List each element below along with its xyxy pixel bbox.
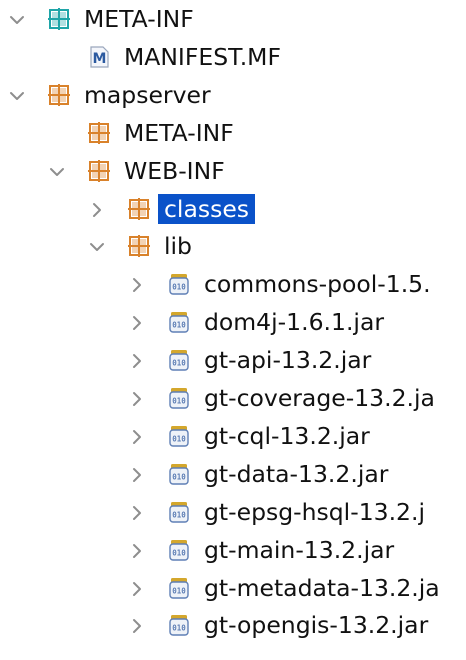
- tree-item-label[interactable]: mapserver: [81, 80, 214, 110]
- tree-item-label[interactable]: gt-epsg-hsql-13.2.j: [201, 497, 428, 527]
- chevron-down-icon[interactable]: [46, 152, 66, 190]
- project-explorer-tree: META-INF M MANIFEST.MF mapserver META-IN…: [0, 0, 466, 660]
- tree-item-label[interactable]: classes: [158, 193, 256, 224]
- jar-archive-icon: 010: [168, 577, 190, 599]
- svg-text:010: 010: [172, 359, 186, 368]
- chevron-right-icon[interactable]: [126, 265, 146, 303]
- package-folder-icon: [88, 159, 110, 182]
- tree-row[interactable]: WEB-INF: [0, 152, 466, 190]
- tree-row[interactable]: 010 gt-opengis-13.2.jar: [0, 606, 466, 644]
- tree-row[interactable]: META-INF: [0, 0, 466, 38]
- chevron-right-icon[interactable]: [126, 341, 146, 379]
- tree-row[interactable]: 010 gt-coverage-13.2.ja: [0, 379, 466, 417]
- tree-row[interactable]: 010 gt-epsg-hsql-13.2.j: [0, 493, 466, 531]
- jar-archive-icon: 010: [168, 349, 190, 371]
- tree-row[interactable]: 010 dom4j-1.6.1.jar: [0, 303, 466, 341]
- tree-item-label[interactable]: gt-main-13.2.jar: [201, 535, 397, 565]
- tree-item-label[interactable]: gt-cql-13.2.jar: [201, 421, 373, 451]
- chevron-down-icon[interactable]: [6, 0, 26, 38]
- tree-item-label[interactable]: gt-data-13.2.jar: [201, 459, 391, 489]
- tree-row[interactable]: 010 gt-data-13.2.jar: [0, 455, 466, 493]
- chevron-right-icon[interactable]: [126, 569, 146, 607]
- svg-text:010: 010: [172, 586, 186, 595]
- tree-item-label[interactable]: gt-api-13.2.jar: [201, 345, 374, 375]
- jar-archive-icon: 010: [168, 614, 190, 637]
- chevron-right-icon[interactable]: [86, 190, 106, 228]
- tree-row[interactable]: classes: [0, 190, 466, 228]
- tree-item-label[interactable]: MANIFEST.MF: [121, 42, 284, 72]
- jar-archive-icon: 010: [168, 501, 190, 523]
- chevron-right-icon[interactable]: [126, 303, 146, 341]
- jar-archive-icon: 010: [168, 273, 190, 295]
- tree-row[interactable]: mapserver: [0, 76, 466, 114]
- chevron-down-icon[interactable]: [86, 227, 106, 265]
- chevron-right-icon[interactable]: [126, 379, 146, 417]
- tree-item-label[interactable]: gt-coverage-13.2.ja: [201, 383, 438, 413]
- svg-text:010: 010: [172, 472, 186, 481]
- package-folder-icon: [128, 197, 150, 220]
- tree-row[interactable]: META-INF: [0, 114, 466, 152]
- tree-item-label[interactable]: gt-metadata-13.2.ja: [201, 573, 443, 603]
- jar-archive-icon: 010: [168, 463, 190, 485]
- chevron-down-icon[interactable]: [6, 76, 26, 114]
- tree-item-label[interactable]: lib: [161, 231, 195, 261]
- svg-text:010: 010: [172, 624, 186, 633]
- tree-row[interactable]: 010 gt-main-13.2.jar: [0, 531, 466, 569]
- package-folder-icon: [48, 83, 70, 106]
- jar-archive-icon: 010: [168, 425, 190, 447]
- tree-item-label[interactable]: commons-pool-1.5.: [201, 269, 434, 299]
- svg-text:010: 010: [172, 397, 186, 406]
- svg-text:010: 010: [172, 321, 186, 330]
- tree-item-label[interactable]: META-INF: [81, 4, 197, 34]
- tree-row[interactable]: 010 gt-metadata-13.2.ja: [0, 569, 466, 607]
- chevron-right-icon[interactable]: [126, 417, 146, 455]
- svg-text:M: M: [93, 51, 107, 67]
- tree-row[interactable]: lib: [0, 227, 466, 265]
- jar-archive-icon: 010: [168, 539, 190, 561]
- package-folder-icon: [88, 121, 110, 144]
- chevron-right-icon[interactable]: [126, 455, 146, 493]
- chevron-right-icon[interactable]: [126, 531, 146, 569]
- tree-item-label[interactable]: WEB-INF: [121, 156, 228, 186]
- tree-row[interactable]: 010 gt-api-13.2.jar: [0, 341, 466, 379]
- manifest-file-icon: M: [88, 46, 110, 68]
- svg-text:010: 010: [172, 434, 186, 443]
- svg-text:010: 010: [172, 548, 186, 557]
- tree-item-label[interactable]: META-INF: [121, 118, 237, 148]
- tree-row[interactable]: 010 gt-cql-13.2.jar: [0, 417, 466, 455]
- tree-item-label[interactable]: gt-opengis-13.2.jar: [201, 610, 431, 640]
- chevron-right-icon[interactable]: [126, 493, 146, 531]
- svg-text:010: 010: [172, 510, 186, 519]
- jar-archive-icon: 010: [168, 387, 190, 409]
- tree-row[interactable]: M MANIFEST.MF: [0, 38, 466, 76]
- package-folder-icon: [128, 235, 150, 258]
- chevron-right-icon[interactable]: [126, 606, 146, 644]
- tree-row[interactable]: 010 commons-pool-1.5.: [0, 265, 466, 303]
- svg-text:010: 010: [172, 283, 186, 292]
- source-folder-icon: [48, 8, 70, 30]
- jar-archive-icon: 010: [168, 311, 190, 333]
- tree-item-label[interactable]: dom4j-1.6.1.jar: [201, 307, 387, 337]
